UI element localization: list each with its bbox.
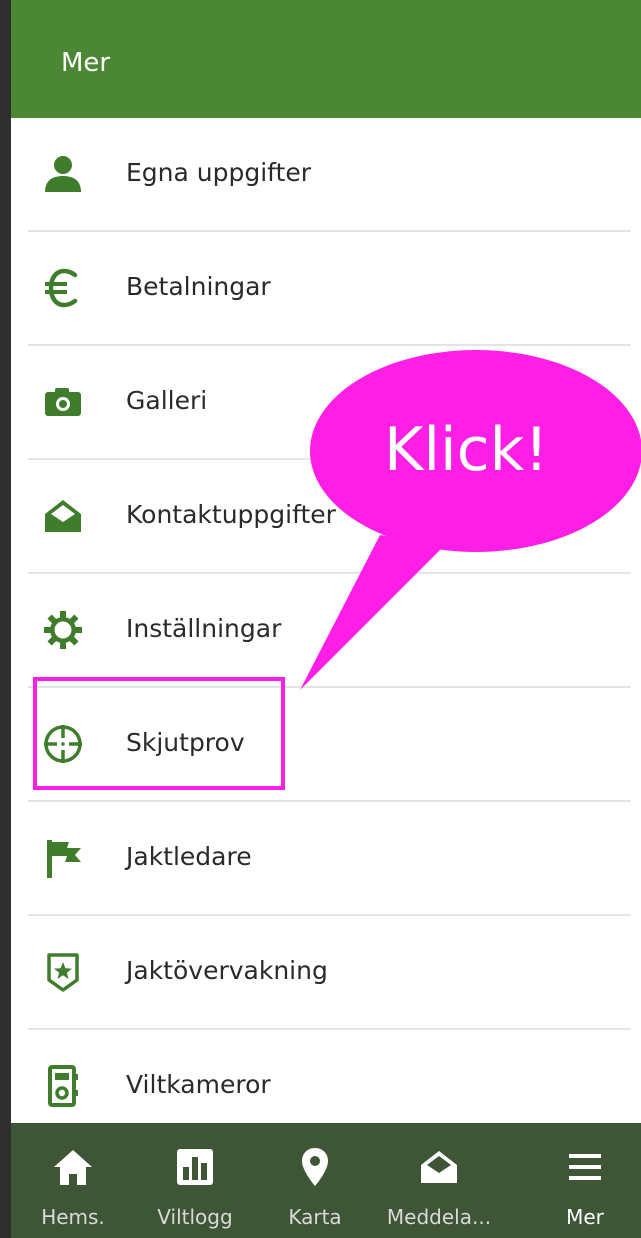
shield-star-icon bbox=[47, 953, 79, 992]
nav-item-home[interactable]: Hems. bbox=[19, 1123, 127, 1238]
menu-item-jaktovervakning[interactable]: Jaktövervakning bbox=[11, 916, 641, 1030]
home-icon bbox=[54, 1150, 92, 1185]
bottom-nav: Hems. Viltlogg Karta Meddela... Mer bbox=[11, 1123, 641, 1238]
menu-item-label: Inställningar bbox=[126, 614, 282, 643]
bar-chart-icon bbox=[177, 1149, 213, 1185]
menu-item-label: Egna uppgifter bbox=[126, 158, 311, 187]
nav-item-mer[interactable]: Mer bbox=[531, 1123, 639, 1238]
menu-item-jaktledare[interactable]: Jaktledare bbox=[11, 802, 641, 916]
app-screen: Mer Egna uppgifter Betalningar Galleri K… bbox=[0, 0, 641, 1238]
trail-camera-icon bbox=[48, 1065, 78, 1107]
app-header: Mer bbox=[11, 0, 641, 118]
nav-label: Mer bbox=[566, 1205, 604, 1229]
page-title: Mer bbox=[61, 48, 111, 78]
menu-item-label: Kontaktuppgifter bbox=[126, 500, 336, 529]
left-border bbox=[0, 0, 11, 1238]
menu-item-label: Viltkameror bbox=[126, 1070, 271, 1099]
hamburger-menu-icon bbox=[569, 1154, 601, 1180]
menu-item-egna-uppgifter[interactable]: Egna uppgifter bbox=[11, 118, 641, 232]
nav-label: Hems. bbox=[41, 1205, 105, 1229]
menu-item-betalningar[interactable]: Betalningar bbox=[11, 232, 641, 346]
menu-item-label: Galleri bbox=[126, 386, 208, 415]
user-icon bbox=[45, 156, 81, 192]
nav-label: Viltlogg bbox=[157, 1205, 233, 1229]
camera-icon bbox=[45, 388, 81, 416]
envelope-open-icon bbox=[421, 1151, 457, 1183]
euro-icon bbox=[45, 268, 78, 308]
envelope-open-icon bbox=[45, 500, 81, 532]
crosshair-icon bbox=[44, 725, 82, 763]
callout-text: Klick! bbox=[384, 415, 549, 485]
nav-item-meddelanden[interactable]: Meddela... bbox=[385, 1123, 493, 1238]
menu-item-installningar[interactable]: Inställningar bbox=[11, 574, 641, 688]
menu-item-label: Skjutprov bbox=[126, 728, 245, 757]
nav-item-viltlogg[interactable]: Viltlogg bbox=[141, 1123, 249, 1238]
gear-icon bbox=[44, 611, 82, 649]
nav-item-karta[interactable]: Karta bbox=[261, 1123, 369, 1238]
menu-item-skjutprov[interactable]: Skjutprov bbox=[11, 688, 641, 802]
flag-icon bbox=[47, 840, 81, 878]
menu-item-label: Jaktövervakning bbox=[126, 956, 328, 985]
nav-label: Meddela... bbox=[386, 1205, 492, 1229]
menu-item-label: Jaktledare bbox=[126, 842, 252, 871]
menu-item-label: Betalningar bbox=[126, 272, 271, 301]
map-pin-icon bbox=[302, 1148, 328, 1186]
nav-label: Karta bbox=[288, 1205, 342, 1229]
